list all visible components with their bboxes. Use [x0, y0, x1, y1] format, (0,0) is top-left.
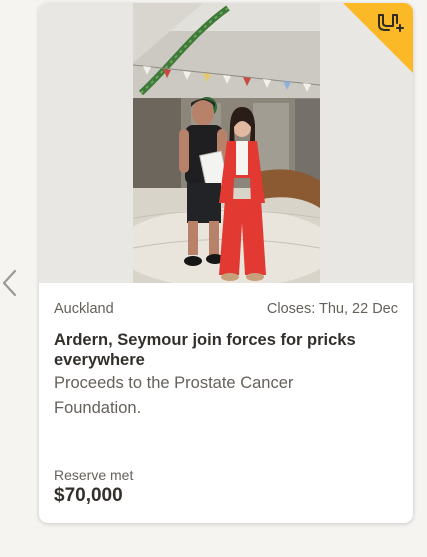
listing-price: $70,000 [54, 485, 123, 506]
listing-closing-date: Closes: Thu, 22 Dec [266, 301, 398, 317]
listing-meta: Auckland Closes: Thu, 22 Dec [54, 301, 398, 317]
listing-card[interactable]: Auckland Closes: Thu, 22 Dec Ardern, Sey… [39, 3, 413, 523]
listing-title[interactable]: Ardern, Seymour join forces for pricks e… [54, 330, 383, 370]
listing-subtitle: Proceeds to the Prostate Cancer Foundati… [54, 374, 294, 417]
carousel-prev-button[interactable] [0, 266, 20, 300]
listing-photo [133, 3, 320, 283]
chevron-left-icon [2, 269, 17, 297]
listing-image-area [39, 3, 413, 283]
listing-location: Auckland [54, 301, 114, 317]
listing-page: Auckland Closes: Thu, 22 Dec Ardern, Sey… [0, 0, 427, 557]
reserve-status: Reserve met [54, 467, 134, 483]
watchlist-add-icon[interactable] [343, 3, 413, 73]
